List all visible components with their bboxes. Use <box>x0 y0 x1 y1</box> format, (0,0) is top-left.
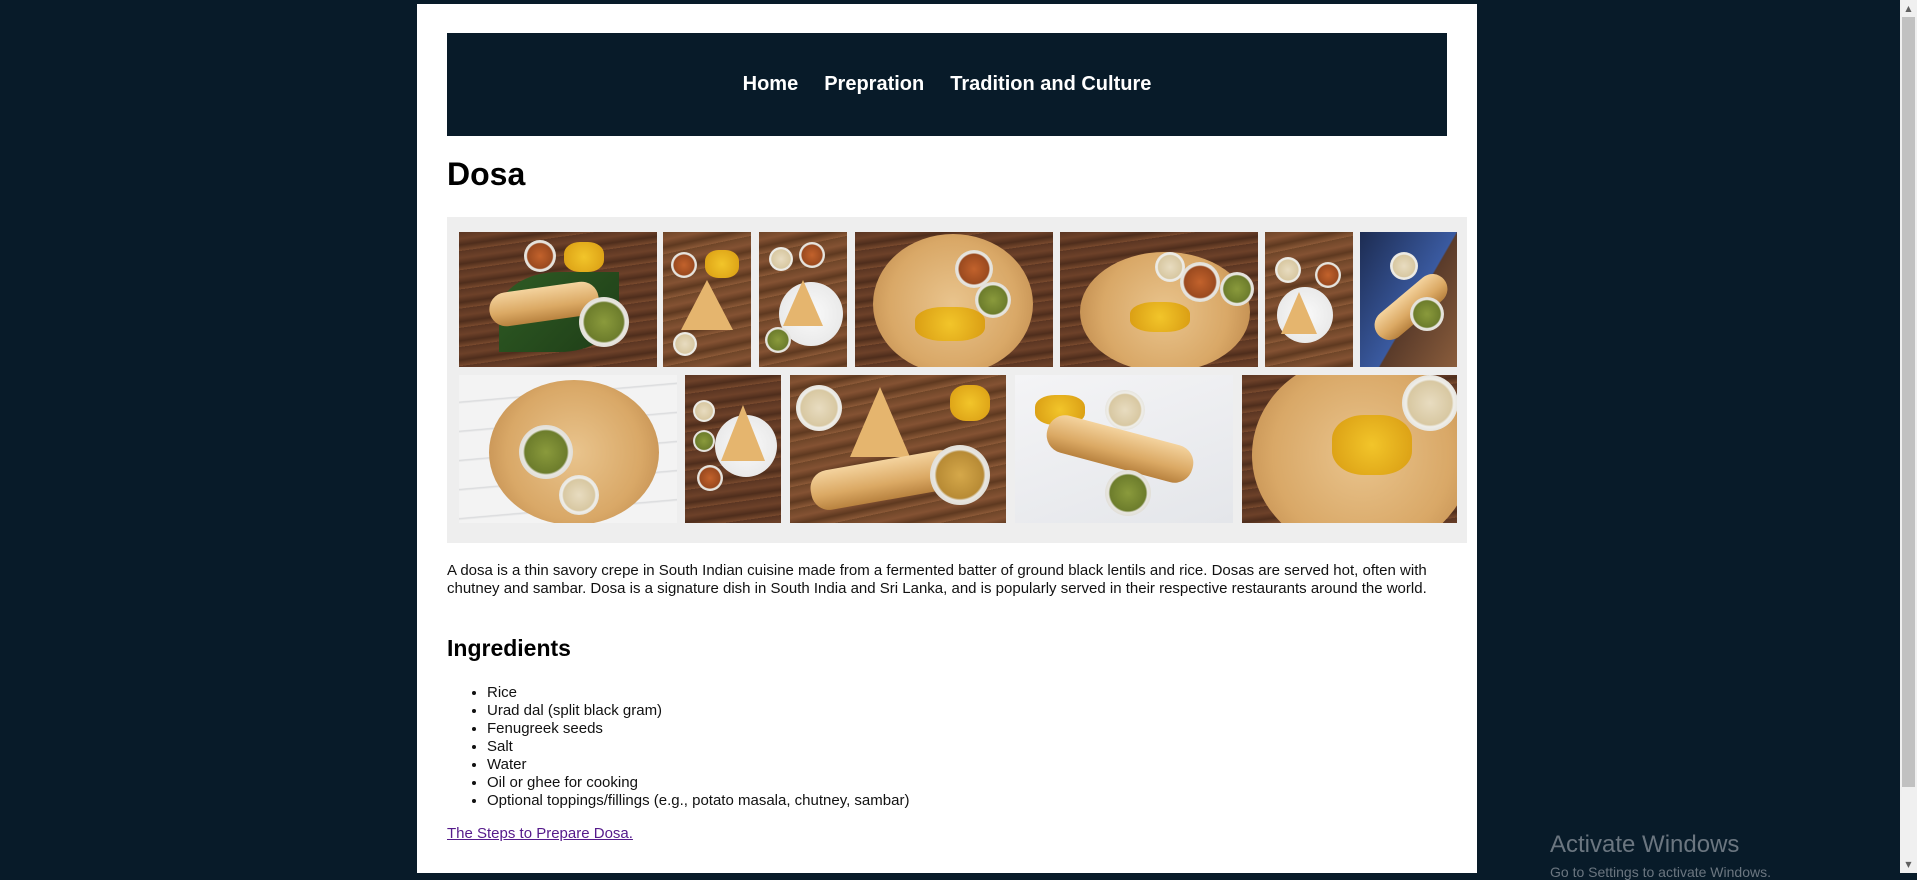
dosa-photo-gallery <box>447 217 1467 543</box>
activate-windows-subtext: Go to Settings to activate Windows. <box>1550 864 1771 880</box>
nav-tradition-culture-link[interactable]: Tradition and Culture <box>950 73 1151 96</box>
gallery-photo <box>759 232 847 367</box>
nav-home-link[interactable]: Home <box>743 73 799 96</box>
nav-prepration-link[interactable]: Prepration <box>824 73 924 96</box>
scroll-down-arrow-icon[interactable]: ▼ <box>1900 856 1917 873</box>
gallery-photo <box>1242 375 1457 523</box>
gallery-photo <box>459 232 657 367</box>
ingredient-item: Rice <box>487 684 909 702</box>
gallery-photo <box>790 375 1006 523</box>
top-navbar: Home Prepration Tradition and Culture <box>447 33 1447 136</box>
ingredient-item: Optional toppings/fillings (e.g., potato… <box>487 792 909 810</box>
page-scrollbar[interactable]: ▲ ▼ <box>1900 0 1917 873</box>
ingredients-list: Rice Urad dal (split black gram) Fenugre… <box>447 684 909 810</box>
scroll-up-arrow-icon[interactable]: ▲ <box>1900 0 1917 17</box>
gallery-photo <box>1265 232 1353 367</box>
gallery-photo <box>1060 232 1258 367</box>
activate-windows-watermark: Activate Windows <box>1550 831 1740 858</box>
gallery-photo <box>1360 232 1457 367</box>
page-title: Dosa <box>447 156 526 192</box>
ingredient-item: Fenugreek seeds <box>487 720 909 738</box>
ingredient-item: Water <box>487 756 909 774</box>
gallery-photo <box>459 375 677 523</box>
gallery-photo <box>1015 375 1233 523</box>
dosa-description: A dosa is a thin savory crepe in South I… <box>447 562 1427 597</box>
ingredient-item: Oil or ghee for cooking <box>487 774 909 792</box>
gallery-photo <box>663 232 751 367</box>
ingredients-heading: Ingredients <box>447 635 571 661</box>
page-container: Home Prepration Tradition and Culture Do… <box>417 4 1477 873</box>
steps-to-prepare-link[interactable]: The Steps to Prepare Dosa. <box>447 825 633 842</box>
ingredient-item: Urad dal (split black gram) <box>487 702 909 720</box>
scrollbar-thumb[interactable] <box>1902 17 1915 787</box>
ingredient-item: Salt <box>487 738 909 756</box>
gallery-photo <box>855 232 1053 367</box>
gallery-photo <box>685 375 781 523</box>
